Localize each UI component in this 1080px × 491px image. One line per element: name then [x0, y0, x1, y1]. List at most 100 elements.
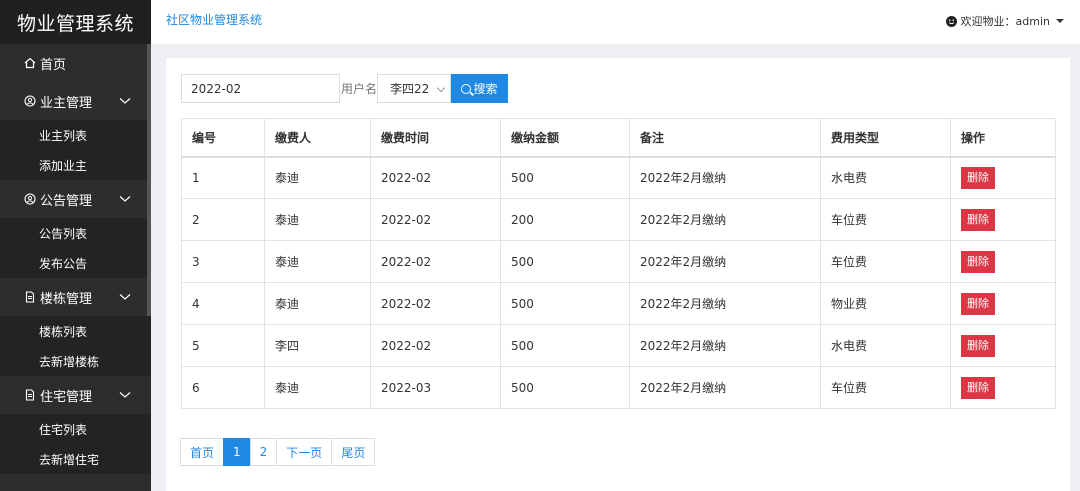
cell-note: 2022年2月缴纳	[629, 366, 821, 409]
sidebar-item-home[interactable]: 首页	[0, 44, 151, 82]
col-header: 备注	[629, 118, 821, 158]
sidebar-item-building-list[interactable]: 楼栋列表	[0, 316, 151, 346]
cell-payer: 泰迪	[264, 366, 371, 409]
content-card: 用户名 李四22 搜索 编号 缴费人 缴费时间 缴纳金额 备注 费用类型 操作	[166, 58, 1070, 491]
pager-first[interactable]: 首页	[180, 438, 225, 466]
cell-payer: 泰迪	[264, 156, 371, 199]
user-select-value: 李四22	[390, 82, 430, 96]
search-bar: 用户名 李四22 搜索	[181, 74, 508, 103]
sidebar-item-add-residence[interactable]: 去新增住宅	[0, 444, 151, 474]
chevron-down-icon	[119, 193, 131, 205]
sidebar-group-notice[interactable]: 公告管理	[0, 180, 151, 218]
username-label: 用户名	[341, 82, 378, 96]
cell-amount: 200	[500, 198, 630, 241]
user-select[interactable]: 李四22	[377, 74, 451, 103]
cell-note: 2022年2月缴纳	[629, 198, 821, 241]
pager-next[interactable]: 下一页	[276, 438, 333, 466]
col-header: 编号	[181, 118, 265, 158]
cell-id: 4	[181, 282, 265, 325]
payment-table: 编号 缴费人 缴费时间 缴纳金额 备注 费用类型 操作 1 泰迪 2022-02…	[181, 118, 1056, 409]
table-row: 1 泰迪 2022-02 500 2022年2月缴纳 水电费 删除	[181, 156, 1056, 199]
cell-id: 6	[181, 366, 265, 409]
cell-time: 2022-02	[370, 156, 501, 199]
cell-action: 删除	[950, 366, 1056, 409]
pager-last[interactable]: 尾页	[331, 438, 376, 466]
sidebar-item-add-building[interactable]: 去新增楼栋	[0, 346, 151, 376]
cell-amount: 500	[500, 366, 630, 409]
cell-time: 2022-02	[370, 282, 501, 325]
table-row: 2 泰迪 2022-02 200 2022年2月缴纳 车位费 删除	[181, 198, 1056, 241]
smile-icon	[945, 15, 957, 27]
cell-amount: 500	[500, 240, 630, 283]
pagination: 首页 1 2 下一页 尾页	[180, 438, 376, 466]
user-circle-icon	[24, 95, 36, 107]
col-header: 缴纳金额	[500, 118, 630, 158]
sidebar-item-label: 住宅管理	[40, 389, 93, 405]
cell-time: 2022-02	[370, 240, 501, 283]
delete-button[interactable]: 删除	[961, 250, 995, 273]
delete-button[interactable]: 删除	[961, 334, 995, 357]
cell-amount: 500	[500, 282, 630, 325]
delete-button[interactable]: 删除	[961, 292, 995, 315]
chevron-down-icon	[119, 291, 131, 303]
cell-id: 5	[181, 324, 265, 367]
cell-note: 2022年2月缴纳	[629, 240, 821, 283]
cell-action: 删除	[950, 198, 1056, 241]
brand-title[interactable]: 社区物业管理系统	[166, 11, 262, 28]
cell-amount: 500	[500, 156, 630, 199]
date-input[interactable]	[181, 74, 340, 103]
cell-time: 2022-02	[370, 198, 501, 241]
table-row: 3 泰迪 2022-02 500 2022年2月缴纳 车位费 删除	[181, 240, 1056, 283]
cell-action: 删除	[950, 240, 1056, 283]
col-header: 操作	[950, 118, 1056, 158]
cell-payer: 泰迪	[264, 198, 371, 241]
delete-button[interactable]: 删除	[961, 376, 995, 399]
cell-action: 删除	[950, 156, 1056, 199]
sidebar-group-building[interactable]: 楼栋管理	[0, 278, 151, 316]
chevron-down-icon	[119, 389, 131, 401]
sidebar: 物业管理系统 首页 业主管理 业主列表 添加业主 公告管理 公告列表 发布公告 …	[0, 0, 151, 491]
col-header: 费用类型	[820, 118, 951, 158]
delete-button[interactable]: 删除	[961, 166, 995, 189]
sidebar-item-label: 首页	[40, 57, 67, 73]
col-header: 缴费人	[264, 118, 371, 158]
search-icon	[461, 83, 472, 94]
sidebar-item-publish-notice[interactable]: 发布公告	[0, 248, 151, 278]
cell-type: 车位费	[820, 198, 951, 241]
cell-payer: 李四	[264, 324, 371, 367]
cell-action: 删除	[950, 324, 1056, 367]
sidebar-item-label: 楼栋管理	[40, 291, 93, 307]
home-icon	[24, 57, 36, 69]
table-header-row: 编号 缴费人 缴费时间 缴纳金额 备注 费用类型 操作	[181, 118, 1056, 158]
sidebar-item-label: 公告管理	[40, 193, 93, 209]
user-menu[interactable]: 欢迎物业：admin	[945, 13, 1064, 29]
welcome-text: 欢迎物业：admin	[960, 15, 1050, 28]
cell-payer: 泰迪	[264, 240, 371, 283]
sidebar-item-residence-list[interactable]: 住宅列表	[0, 414, 151, 444]
cell-note: 2022年2月缴纳	[629, 156, 821, 199]
pager-page-2[interactable]: 2	[249, 438, 278, 466]
cell-id: 3	[181, 240, 265, 283]
app-logo: 物业管理系统	[0, 0, 151, 44]
search-button-label: 搜索	[473, 82, 498, 96]
sidebar-group-residence[interactable]: 住宅管理	[0, 376, 151, 414]
cell-time: 2022-02	[370, 324, 501, 367]
sidebar-item-owner-list[interactable]: 业主列表	[0, 120, 151, 150]
col-header: 缴费时间	[370, 118, 501, 158]
sidebar-item-add-owner[interactable]: 添加业主	[0, 150, 151, 180]
cell-type: 水电费	[820, 156, 951, 199]
caret-down-icon	[1056, 19, 1064, 23]
search-button[interactable]: 搜索	[451, 74, 508, 103]
delete-button[interactable]: 删除	[961, 208, 995, 231]
sidebar-group-owner[interactable]: 业主管理	[0, 82, 151, 120]
cell-type: 水电费	[820, 324, 951, 367]
pager-page-1[interactable]: 1	[223, 438, 251, 466]
user-circle-icon	[24, 193, 36, 205]
cell-note: 2022年2月缴纳	[629, 282, 821, 325]
sidebar-item-notice-list[interactable]: 公告列表	[0, 218, 151, 248]
cell-id: 1	[181, 156, 265, 199]
document-icon	[24, 389, 36, 401]
cell-type: 车位费	[820, 240, 951, 283]
cell-action: 删除	[950, 282, 1056, 325]
sidebar-item-label: 业主管理	[40, 95, 93, 111]
